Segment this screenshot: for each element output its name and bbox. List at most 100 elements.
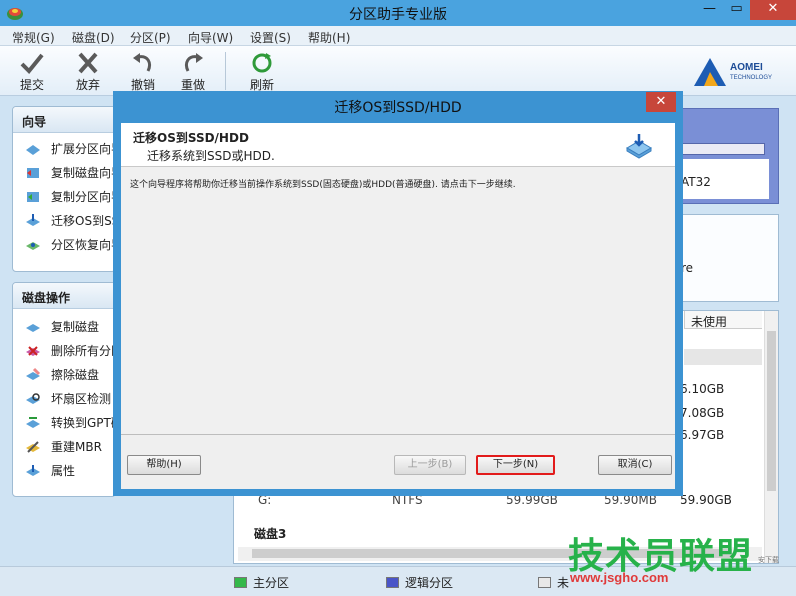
delete-partitions-icon	[26, 346, 40, 356]
next-button[interactable]: 下一步(N)	[476, 455, 555, 475]
migrate-disk-icon	[626, 134, 652, 159]
undo-icon	[133, 53, 152, 72]
copy-disk-icon	[26, 324, 40, 332]
menu-help[interactable]: 帮助(H)	[308, 29, 350, 46]
watermark-url: www.jsgho.com	[570, 570, 669, 585]
disk-op-label: 转换到GPT磁盘	[51, 416, 115, 430]
dialog-description: 这个向导程序将帮助你迁移当前操作系统到SSD(固态硬盘)或HDD(普通硬盘). …	[130, 180, 516, 190]
dialog-heading: 迁移OS到SSD/HDD	[133, 131, 249, 145]
dialog-subheading: 迁移系统到SSD或HDD.	[147, 149, 275, 163]
dialog-title: 迁移OS到SSD/HDD	[334, 100, 462, 116]
info-panel: re	[676, 214, 779, 302]
disk-op-delete-all[interactable]: 删除所有分区	[13, 339, 115, 363]
discard-label: 放弃	[75, 78, 100, 92]
menu-bar: 常规(G) 磁盘(D) 分区(P) 向导(W) 设置(S) 帮助(H)	[0, 26, 796, 46]
menu-disk[interactable]: 磁盘(D)	[72, 29, 115, 46]
cancel-button[interactable]: 取消(C)	[598, 455, 672, 475]
wizard-migrate-os[interactable]: 迁移OS到SSD	[13, 209, 115, 233]
wipe-disk-icon	[26, 367, 41, 380]
disk-op-label: 属性	[51, 464, 76, 478]
menu-partition[interactable]: 分区(P)	[130, 29, 171, 46]
minimize-button[interactable]: —	[696, 0, 723, 20]
close-button[interactable]: ✕	[750, 0, 796, 20]
disk-row-header	[684, 349, 762, 365]
disk-op-label: 坏扇区检测	[51, 392, 112, 406]
wizard-item-label: 复制分区向导	[51, 190, 116, 204]
disk-usage-bar	[677, 143, 765, 155]
wizard-copy-partition[interactable]: 复制分区向导	[13, 185, 115, 209]
unallocated-swatch	[538, 577, 551, 588]
size-cell: 6.97GB	[680, 428, 725, 442]
size-cell: 6.10GB	[680, 382, 725, 396]
dialog-close-button[interactable]: ✕	[646, 92, 676, 112]
refresh-button[interactable]: 刷新	[242, 49, 282, 93]
disk-op-copy-disk[interactable]: 复制磁盘	[13, 315, 115, 339]
wizard-item-label: 迁移OS到SSD	[51, 214, 115, 228]
disk-op-wipe-disk[interactable]: 擦除磁盘	[13, 363, 115, 387]
partition-info-box: AT32	[677, 159, 769, 199]
toolbar: 提交 放弃 撤销 重做 刷新	[0, 46, 796, 96]
wizard-panel-title: 向导	[13, 107, 115, 133]
migrate-os-icon	[26, 214, 40, 226]
wizard-partition-recovery[interactable]: 分区恢复向导	[13, 233, 115, 257]
vertical-scrollbar[interactable]	[764, 311, 778, 563]
disk-op-convert-gpt[interactable]: 转换到GPT磁盘	[13, 411, 115, 435]
extend-partition-icon	[26, 145, 40, 155]
scrollbar-thumb[interactable]	[767, 331, 776, 491]
back-button[interactable]: 上一步(B)	[394, 455, 466, 475]
legend-primary: 主分区	[234, 574, 289, 591]
copy-partition-icon	[27, 192, 39, 202]
disk3-label: 磁盘3	[254, 527, 287, 541]
dialog-header: 迁移OS到SSD/HDD 迁移系统到SSD或HDD.	[121, 123, 675, 167]
dialog-content: 迁移OS到SSD/HDD 迁移系统到SSD或HDD. 这个向导程序将帮助你迁移当…	[121, 123, 675, 489]
main-window: 分区助手专业版 — ▭ ✕ 常规(G) 磁盘(D) 分区(P) 向导(W) 设置…	[0, 0, 796, 596]
logical-swatch	[386, 577, 399, 588]
brand-sub: TECHNOLOGY	[730, 75, 773, 81]
menu-general[interactable]: 常规(G)	[12, 29, 55, 46]
fs-fragment: AT32	[681, 175, 711, 189]
copy-disk-icon	[27, 168, 39, 178]
partition-recovery-icon	[26, 242, 40, 250]
maximize-button[interactable]: ▭	[723, 0, 750, 20]
disk-op-rebuild-mbr[interactable]: 重建MBR	[13, 435, 115, 459]
commit-label: 提交	[19, 78, 44, 92]
disk-op-label: 重建MBR	[51, 440, 102, 454]
size-cell: 7.08GB	[680, 406, 725, 420]
migrate-os-dialog: 迁移OS到SSD/HDD ✕ 迁移OS到SSD/HDD 迁移系统到SSD或HDD…	[113, 91, 683, 496]
brand-name: AOMEI	[730, 62, 763, 73]
disk-op-bad-sector[interactable]: 坏扇区检测	[13, 387, 115, 411]
convert-gpt-icon	[26, 417, 40, 428]
bad-sector-icon	[26, 393, 40, 404]
properties-icon	[26, 465, 40, 476]
commit-button[interactable]: 提交	[12, 49, 52, 93]
wizard-item-label: 复制磁盘向导	[51, 166, 116, 180]
disk-panel-title: 磁盘操作	[13, 283, 115, 309]
wizard-item-label: 扩展分区向导	[51, 142, 116, 156]
disk-map-panel: AT32	[676, 108, 779, 204]
menu-wizard[interactable]: 向导(W)	[188, 29, 233, 46]
disk-op-label: 复制磁盘	[51, 320, 100, 334]
x-icon	[78, 52, 98, 74]
undo-button[interactable]: 撤销	[123, 49, 163, 93]
menu-settings[interactable]: 设置(S)	[250, 29, 291, 46]
column-unused: 未使用	[684, 311, 762, 329]
legend-logical-label: 逻辑分区	[405, 576, 454, 590]
refresh-icon	[252, 53, 272, 73]
watermark-corner: 安下载	[758, 556, 779, 564]
wizard-copy-disk[interactable]: 复制磁盘向导	[13, 161, 115, 185]
disk-op-label: 擦除磁盘	[51, 368, 100, 382]
row-g-free: 59.90GB	[680, 493, 732, 507]
redo-icon	[184, 53, 203, 72]
legend-logical: 逻辑分区	[386, 574, 453, 591]
wizard-panel: 向导 扩展分区向导 复制磁盘向导 复制分区向导 迁移OS到SSD 分区恢复向导	[12, 106, 116, 272]
discard-button[interactable]: 放弃	[68, 49, 108, 93]
rebuild-mbr-icon	[26, 441, 40, 453]
primary-swatch	[234, 577, 247, 588]
disk-op-properties[interactable]: 属性	[13, 459, 115, 483]
help-button[interactable]: 帮助(H)	[127, 455, 201, 475]
checkmark-icon	[20, 53, 44, 74]
legend-primary-label: 主分区	[253, 576, 290, 590]
disk-operations-panel: 磁盘操作 复制磁盘 删除所有分区 擦除磁盘 坏扇区检测 转换到GPT磁盘	[12, 282, 116, 497]
redo-button[interactable]: 重做	[173, 49, 213, 93]
wizard-extend-partition[interactable]: 扩展分区向导	[13, 137, 115, 161]
